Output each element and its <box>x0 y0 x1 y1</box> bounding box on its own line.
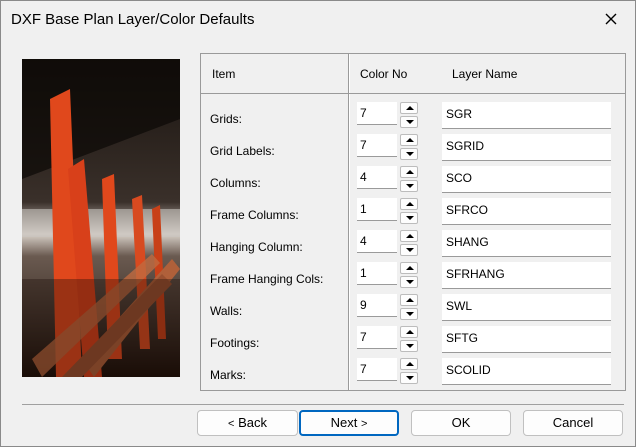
chevron-up-icon[interactable] <box>400 294 418 306</box>
close-icon[interactable] <box>601 9 621 29</box>
layer-name-input-columns[interactable]: SCO <box>442 166 611 193</box>
layer-name-input-hanging-column[interactable]: SHANG <box>442 230 611 257</box>
header-layer-name: Layer Name <box>452 67 518 81</box>
chevron-down-icon[interactable] <box>400 372 418 384</box>
layer-name-input-grid-labels[interactable]: SGRID <box>442 134 611 161</box>
chevron-down-icon[interactable] <box>400 244 418 256</box>
color-spinner-marks[interactable] <box>400 358 420 385</box>
chevron-down-icon[interactable] <box>400 212 418 224</box>
chevron-down-icon[interactable] <box>400 116 418 128</box>
chevron-up-icon[interactable] <box>400 358 418 370</box>
color-spinner-footings[interactable] <box>400 326 420 353</box>
row-label-frame-hanging-cols: Frame Hanging Cols: <box>210 272 324 286</box>
color-no-input-grid-labels[interactable]: 7 <box>357 134 397 157</box>
chevron-up-icon[interactable] <box>400 326 418 338</box>
dialog-title: DXF Base Plan Layer/Color Defaults <box>11 11 255 28</box>
ok-button[interactable]: OK <box>411 410 511 436</box>
header-item: Item <box>212 67 236 81</box>
chevron-down-icon[interactable] <box>400 308 418 320</box>
color-spinner-walls[interactable] <box>400 294 420 321</box>
color-no-input-columns[interactable]: 4 <box>357 166 397 189</box>
header-divider <box>201 93 625 94</box>
chevron-down-icon[interactable] <box>400 148 418 160</box>
chevron-left-icon: < <box>228 418 235 430</box>
color-no-input-grids[interactable]: 7 <box>357 102 397 125</box>
next-button-label: Next <box>330 415 358 430</box>
chevron-up-icon[interactable] <box>400 134 418 146</box>
color-spinner-frame-columns[interactable] <box>400 198 420 225</box>
back-button[interactable]: < Back <box>197 410 298 436</box>
color-spinner-grids[interactable] <box>400 102 420 129</box>
layer-name-input-footings[interactable]: SFTG <box>442 326 611 353</box>
chevron-up-icon[interactable] <box>400 262 418 274</box>
color-spinner-frame-hanging-cols[interactable] <box>400 262 420 289</box>
row-label-footings: Footings: <box>210 336 260 350</box>
row-label-frame-columns: Frame Columns: <box>210 208 299 222</box>
header-color-no: Color No <box>360 67 408 81</box>
row-label-grid-labels: Grid Labels: <box>210 144 275 158</box>
chevron-down-icon[interactable] <box>400 340 418 352</box>
color-no-input-hanging-column[interactable]: 4 <box>357 230 397 253</box>
cancel-button[interactable]: Cancel <box>523 410 623 436</box>
color-no-input-walls[interactable]: 9 <box>357 294 397 317</box>
color-no-input-footings[interactable]: 7 <box>357 326 397 349</box>
layer-name-input-frame-columns[interactable]: SFRCO <box>442 198 611 225</box>
layer-color-table: Item Color No Layer Name Grids: 7 SGR Gr… <box>200 53 626 391</box>
chevron-up-icon[interactable] <box>400 166 418 178</box>
chevron-up-icon[interactable] <box>400 198 418 210</box>
row-label-marks: Marks: <box>210 368 246 382</box>
title-bar: DXF Base Plan Layer/Color Defaults <box>1 1 635 39</box>
color-no-input-marks[interactable]: 7 <box>357 358 397 381</box>
layer-name-input-frame-hanging-cols[interactable]: SFRHANG <box>442 262 611 289</box>
illustration-image <box>22 59 180 377</box>
cancel-button-label: Cancel <box>552 415 594 430</box>
next-button[interactable]: Next > <box>299 410 399 436</box>
layer-name-input-grids[interactable]: SGR <box>442 102 611 129</box>
color-spinner-columns[interactable] <box>400 166 420 193</box>
color-spinner-hanging-column[interactable] <box>400 230 420 257</box>
chevron-up-icon[interactable] <box>400 230 418 242</box>
layer-name-input-walls[interactable]: SWL <box>442 294 611 321</box>
chevron-right-icon: > <box>360 418 368 430</box>
ok-button-label: OK <box>451 415 471 430</box>
color-no-input-frame-hanging-cols[interactable]: 1 <box>357 262 397 285</box>
color-no-input-frame-columns[interactable]: 1 <box>357 198 397 221</box>
chevron-down-icon[interactable] <box>400 276 418 288</box>
color-spinner-grid-labels[interactable] <box>400 134 420 161</box>
chevron-down-icon[interactable] <box>400 180 418 192</box>
footer-divider <box>22 404 624 405</box>
layer-name-input-marks[interactable]: SCOLID <box>442 358 611 385</box>
row-label-columns: Columns: <box>210 176 261 190</box>
row-label-grids: Grids: <box>210 112 243 126</box>
column-divider-highlight <box>349 54 350 390</box>
chevron-up-icon[interactable] <box>400 102 418 114</box>
row-label-walls: Walls: <box>210 304 243 318</box>
dialog-window: DXF Base Plan Layer/Color Defaults Item … <box>0 0 636 447</box>
row-label-hanging-column: Hanging Column: <box>210 240 303 254</box>
back-button-label: Back <box>238 415 267 430</box>
